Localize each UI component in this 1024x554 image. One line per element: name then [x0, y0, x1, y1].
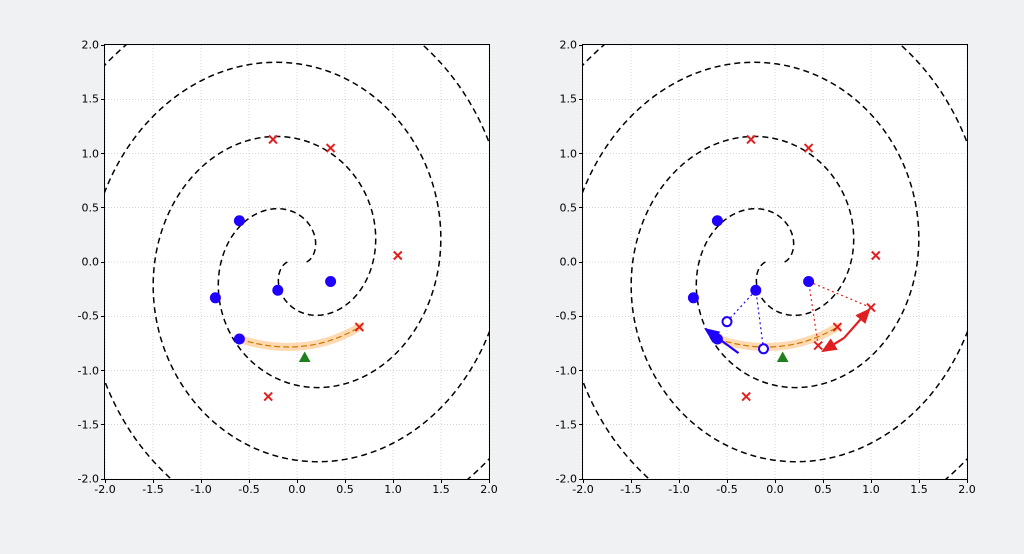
plot-svg: [583, 45, 967, 479]
marker-circle: [326, 277, 335, 286]
marker-circle: [804, 277, 813, 286]
x-tick-label: 0.5: [336, 483, 354, 496]
y-tick-label: 2.0: [59, 39, 99, 52]
right-panel: -2.0-1.5-1.0-0.50.00.51.01.52.0-2.0-1.5-…: [526, 36, 976, 520]
marker-circle: [723, 317, 732, 326]
marker-x: [872, 251, 880, 259]
x-tick-label: 1.0: [384, 483, 402, 496]
y-tick-label: 0.0: [59, 256, 99, 269]
y-tick-label: 1.0: [537, 147, 577, 160]
x-tick-label: 1.5: [432, 483, 450, 496]
marker-x: [867, 304, 875, 312]
marker-x: [269, 135, 277, 143]
marker-triangle: [300, 352, 310, 361]
y-tick-label: -1.0: [537, 364, 577, 377]
marker-x: [327, 144, 335, 152]
y-tick-label: -0.5: [537, 310, 577, 323]
x-tick-label: -0.5: [716, 483, 737, 496]
x-tick-label: 1.5: [910, 483, 928, 496]
marker-x: [814, 342, 822, 350]
y-tick-label: 1.5: [537, 93, 577, 106]
x-tick-label: -0.5: [238, 483, 259, 496]
x-tick-label: -1.0: [190, 483, 211, 496]
y-tick-label: 0.5: [59, 201, 99, 214]
figure: -2.0 -1.5 -1.0 -0.5 0.0 0.5 1.0 1.5 2.0 -2.0 -1.5 -…: [0, 0, 1024, 554]
panel-row: -2.0 -1.5 -1.0 -0.5 0.0 0.5 1.0 1.5 2.0 -2.0 -1.5 -…: [48, 36, 976, 520]
y-tick-label: 0.5: [537, 201, 577, 214]
marker-circle: [751, 286, 760, 295]
plot-svg: [105, 45, 489, 479]
x-tick-label: 2.0: [958, 483, 976, 496]
y-tick-label: -1.0: [59, 364, 99, 377]
y-tick-label: 2.0: [537, 39, 577, 52]
y-tick-label: -1.5: [537, 418, 577, 431]
marker-circle: [235, 335, 244, 344]
arrow: [823, 338, 844, 351]
marker-x: [394, 251, 402, 259]
y-tick-label: -2.0: [537, 473, 577, 486]
y-tick-label: -0.5: [59, 310, 99, 323]
marker-circle: [689, 293, 698, 302]
marker-circle: [759, 344, 768, 353]
arrow: [844, 310, 869, 338]
marker-circle: [235, 216, 244, 225]
marker-x: [264, 393, 272, 401]
x-tick-label: 0.5: [814, 483, 832, 496]
marker-circle: [713, 216, 722, 225]
x-tick-label: 2.0: [480, 483, 498, 496]
marker-x: [747, 135, 755, 143]
x-tick-label: -1.0: [668, 483, 689, 496]
y-tick-label: 1.0: [59, 147, 99, 160]
left-axes: -2.0-1.5-1.0-0.50.00.51.01.52.0-2.0-1.5-…: [104, 44, 490, 480]
marker-triangle: [778, 352, 788, 361]
x-tick-label: 0.0: [288, 483, 306, 496]
y-tick-label: -1.5: [59, 418, 99, 431]
y-tick-label: 0.0: [537, 256, 577, 269]
marker-circle: [211, 293, 220, 302]
marker-x: [742, 393, 750, 401]
right-axes: -2.0-1.5-1.0-0.50.00.51.01.52.0-2.0-1.5-…: [582, 44, 968, 480]
y-tick-label: 1.5: [59, 93, 99, 106]
left-panel: -2.0-1.5-1.0-0.50.00.51.01.52.0-2.0-1.5-…: [48, 36, 498, 520]
marker-circle: [713, 335, 722, 344]
x-tick-label: 0.0: [766, 483, 784, 496]
x-tick-label: 1.0: [862, 483, 880, 496]
marker-x: [805, 144, 813, 152]
x-tick-label: -1.5: [142, 483, 163, 496]
y-tick-label: -2.0: [59, 473, 99, 486]
marker-circle: [273, 286, 282, 295]
x-tick-label: -1.5: [620, 483, 641, 496]
